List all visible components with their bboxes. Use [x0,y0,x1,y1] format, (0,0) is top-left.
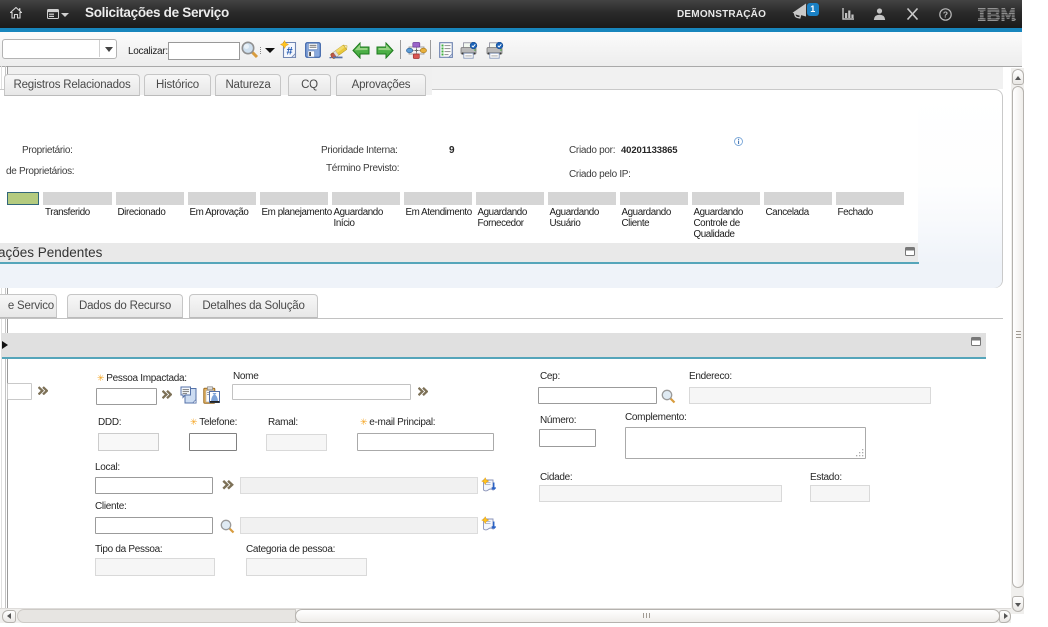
svg-text:?: ? [943,10,948,20]
svg-text:#: # [286,46,292,58]
